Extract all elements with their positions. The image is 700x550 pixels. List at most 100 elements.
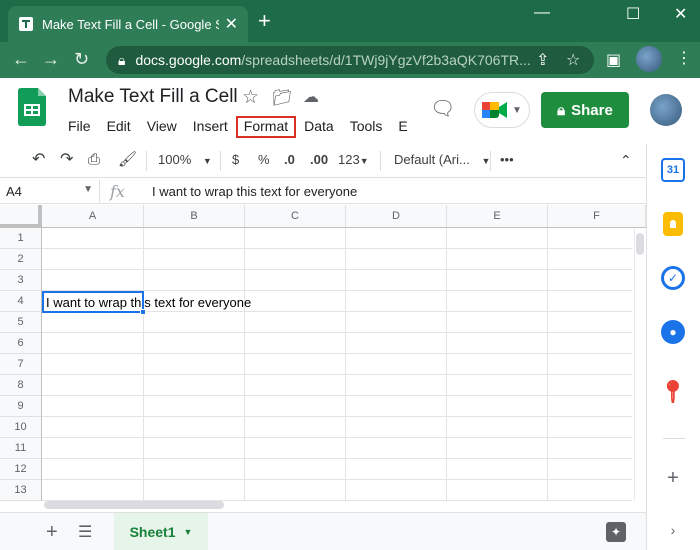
menu-bar: File Edit View Insert Format Data Tools … bbox=[60, 116, 416, 138]
menu-format[interactable]: Format bbox=[235, 116, 297, 138]
column-header-f[interactable]: F bbox=[548, 205, 646, 228]
explore-icon[interactable]: ✦ bbox=[606, 522, 626, 542]
url-host: docs.google.com bbox=[135, 52, 242, 68]
toolbar-divider bbox=[490, 151, 491, 171]
sheet-tab-sheet1[interactable]: Sheet1 ▼ bbox=[114, 513, 208, 550]
meet-button[interactable]: ▼ bbox=[474, 92, 530, 128]
zoom-select[interactable]: 100% ▼ bbox=[158, 152, 212, 169]
column-header-e[interactable]: E bbox=[447, 205, 548, 228]
new-tab-button[interactable]: + bbox=[258, 10, 271, 32]
maps-icon[interactable]: 📍︎ bbox=[659, 379, 687, 404]
name-box[interactable]: A4 ▼ bbox=[0, 180, 100, 204]
account-avatar[interactable] bbox=[650, 94, 682, 126]
decrease-decimal-button[interactable]: .0 bbox=[284, 152, 295, 168]
calendar-icon[interactable]: 31 bbox=[661, 158, 685, 182]
row-header-2[interactable]: 2 bbox=[0, 249, 42, 270]
column-header-a[interactable]: A bbox=[42, 205, 144, 228]
browser-tab[interactable]: Make Text Fill a Cell - Google She ✕ bbox=[8, 6, 248, 42]
increase-decimal-button[interactable]: .00 bbox=[310, 152, 328, 168]
back-icon[interactable]: ← bbox=[12, 50, 30, 68]
redo-icon[interactable]: ↷ bbox=[60, 152, 73, 168]
side-panel-icon[interactable]: ▣ bbox=[606, 50, 621, 70]
column-header-b[interactable]: B bbox=[144, 205, 245, 228]
vertical-scroll-thumb[interactable] bbox=[636, 233, 644, 255]
row-header-5[interactable]: 5 bbox=[0, 312, 42, 333]
paint-format-icon[interactable]: 🖌︎ bbox=[118, 152, 137, 168]
row-header-6[interactable]: 6 bbox=[0, 333, 42, 354]
row-header-9[interactable]: 9 bbox=[0, 396, 42, 417]
cloud-status-icon[interactable]: ☁︎ bbox=[303, 87, 319, 107]
cell-reference: A4 bbox=[6, 184, 22, 199]
reload-icon[interactable]: ↻ bbox=[74, 50, 89, 68]
menu-extensions[interactable]: E bbox=[390, 116, 415, 138]
comment-history-icon[interactable]: 🗨︎ bbox=[430, 96, 455, 121]
menu-edit[interactable]: Edit bbox=[99, 116, 139, 138]
chevron-down-icon: ▼ bbox=[512, 104, 522, 116]
menu-data[interactable]: Data bbox=[296, 116, 342, 138]
number-format-select[interactable]: 123▼ bbox=[338, 152, 369, 169]
row-header-3[interactable]: 3 bbox=[0, 270, 42, 291]
print-icon[interactable]: ⎙ bbox=[88, 152, 100, 168]
toolbar-divider bbox=[146, 151, 147, 171]
fill-handle[interactable] bbox=[140, 309, 146, 315]
all-sheets-icon[interactable]: ☰ bbox=[78, 522, 92, 542]
zoom-value: 100% bbox=[158, 152, 192, 167]
move-folder-icon[interactable]: 📁︎ bbox=[272, 88, 292, 108]
horizontal-scroll-thumb[interactable] bbox=[44, 501, 224, 509]
add-on-icon[interactable]: + bbox=[661, 466, 685, 490]
column-header-c[interactable]: C bbox=[245, 205, 346, 228]
sheets-logo-icon[interactable] bbox=[18, 88, 46, 126]
menu-insert[interactable]: Insert bbox=[185, 116, 236, 138]
collapse-toolbar-icon[interactable]: ⌃ bbox=[620, 152, 632, 168]
row-header-4[interactable]: 4 bbox=[0, 291, 42, 312]
row-header-7[interactable]: 7 bbox=[0, 354, 42, 375]
menu-kebab-icon[interactable]: ⋮ bbox=[676, 48, 692, 68]
selected-cell-a4[interactable] bbox=[42, 291, 144, 313]
tab-title: Make Text Fill a Cell - Google She bbox=[42, 16, 219, 32]
vertical-scrollbar[interactable] bbox=[634, 228, 646, 501]
menu-view[interactable]: View bbox=[139, 116, 185, 138]
currency-format-button[interactable]: $ bbox=[232, 152, 239, 168]
url-input[interactable]: 🔒︎ docs.google.com /spreadsheets/d/1TWj9… bbox=[106, 46, 594, 74]
menu-file[interactable]: File bbox=[60, 116, 99, 138]
row-header-10[interactable]: 10 bbox=[0, 417, 42, 438]
row-header-11[interactable]: 11 bbox=[0, 438, 42, 459]
add-sheet-icon[interactable]: + bbox=[46, 521, 58, 544]
minimize-button[interactable]: — bbox=[534, 4, 550, 22]
row-header-8[interactable]: 8 bbox=[0, 375, 42, 396]
formula-input[interactable]: I want to wrap this text for everyone bbox=[152, 184, 357, 199]
forward-icon[interactable]: → bbox=[42, 50, 60, 68]
row-header-12[interactable]: 12 bbox=[0, 459, 42, 480]
grid-line bbox=[345, 228, 346, 501]
row-header-1[interactable]: 1 bbox=[0, 228, 42, 249]
font-select[interactable]: Default (Ari... ▼ bbox=[394, 152, 490, 169]
tasks-icon[interactable]: ✓ bbox=[661, 266, 685, 290]
contacts-icon[interactable]: ● bbox=[661, 320, 685, 344]
spreadsheet-grid[interactable]: A B C D E F 1 2 3 4 5 6 7 8 9 10 11 12 1… bbox=[0, 205, 646, 501]
menu-tools[interactable]: Tools bbox=[342, 116, 391, 138]
lock-icon[interactable]: 🔒︎ bbox=[118, 52, 125, 69]
bookmark-star-icon[interactable]: ☆ bbox=[566, 50, 580, 70]
document-title[interactable]: Make Text Fill a Cell bbox=[68, 86, 238, 108]
close-window-button[interactable]: ✕ bbox=[674, 4, 687, 24]
expand-panel-icon[interactable]: › bbox=[661, 518, 685, 542]
row-header-13[interactable]: 13 bbox=[0, 480, 42, 501]
keep-icon[interactable] bbox=[663, 212, 683, 236]
tab-close-icon[interactable]: ✕ bbox=[225, 14, 238, 34]
number-format-label: 123 bbox=[338, 152, 360, 167]
undo-icon[interactable]: ↶ bbox=[32, 152, 45, 168]
grid-line bbox=[244, 228, 245, 501]
select-all-corner[interactable] bbox=[0, 205, 42, 228]
grid-line bbox=[42, 458, 632, 459]
more-options-button[interactable]: ••• bbox=[500, 152, 514, 168]
star-icon[interactable]: ☆ bbox=[242, 86, 259, 109]
sheet-tabs-bar: + ☰ Sheet1 ▼ ✦ bbox=[0, 512, 646, 550]
maximize-button[interactable]: ☐ bbox=[626, 4, 640, 24]
toolbar: ↶ ↷ ⎙ 🖌︎ 100% ▼ $ % .0 .00 123▼ Default … bbox=[0, 144, 646, 178]
profile-avatar[interactable] bbox=[636, 46, 662, 72]
meet-icon bbox=[482, 102, 508, 118]
share-page-icon[interactable]: ⇪ bbox=[536, 50, 549, 70]
column-header-d[interactable]: D bbox=[346, 205, 447, 228]
share-button[interactable]: 🔒︎ Share bbox=[541, 92, 629, 128]
percent-format-button[interactable]: % bbox=[258, 152, 270, 168]
